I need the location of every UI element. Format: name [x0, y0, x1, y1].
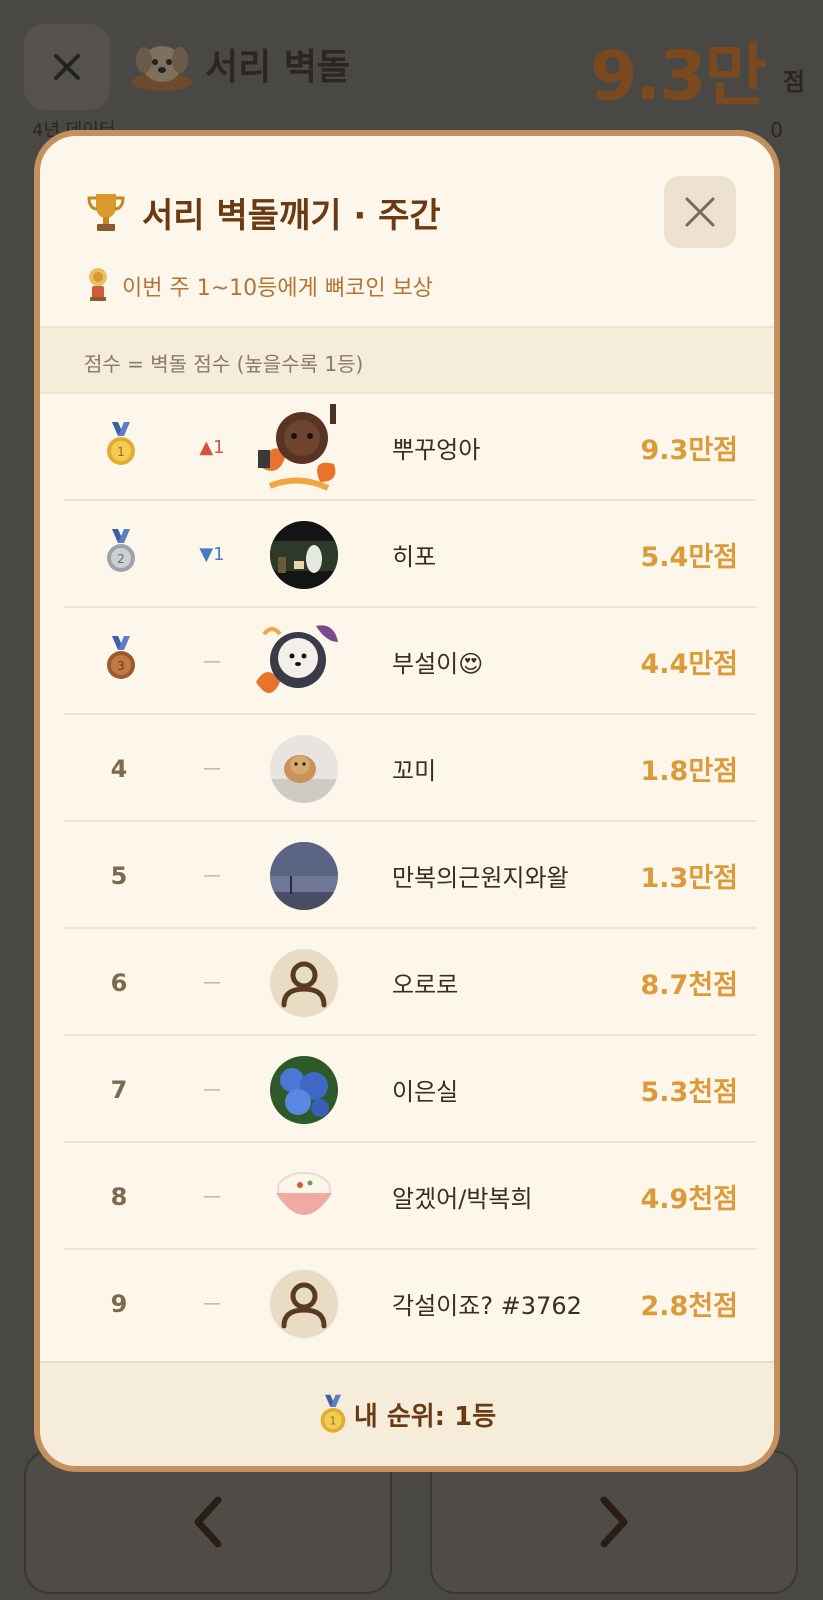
- rank-number: 6: [110, 968, 128, 997]
- user-score: 4.9천점: [640, 1184, 738, 1215]
- score-info-bar: 점수 = 벽돌 점수 (높을수록 1등): [40, 326, 774, 394]
- user-name: 이은실: [392, 1078, 459, 1106]
- ranking-row[interactable]: 3 — 부설이😍 4.4만점: [64, 608, 756, 715]
- chevron-left-icon: [194, 1496, 222, 1548]
- rank-change: —: [203, 1293, 221, 1314]
- user-score: 5.3천점: [640, 1077, 738, 1108]
- svg-text:1: 1: [329, 1415, 336, 1427]
- my-rank-text: 내 순위: 1등: [353, 1402, 497, 1432]
- user-name: 각설이죠? #3762: [392, 1292, 582, 1320]
- rank-number: 4: [110, 754, 128, 783]
- svg-text:3: 3: [117, 659, 125, 673]
- rank-change: ▼1: [199, 544, 225, 565]
- close-icon: [685, 197, 715, 227]
- gold-medal-icon: 1: [107, 422, 135, 465]
- chevron-right-icon: [600, 1496, 628, 1548]
- rice-bowl-avatar-icon: [270, 1163, 338, 1231]
- rank-number: 5: [110, 861, 128, 890]
- user-avatar: [270, 842, 338, 910]
- my-rank-footer: 1 내 순위: 1등: [40, 1361, 774, 1466]
- user-score: 1.3만점: [640, 863, 738, 894]
- user-score: 2.8천점: [640, 1291, 738, 1322]
- user-avatar: [270, 521, 338, 589]
- rank-change: —: [203, 758, 221, 779]
- dog-mascot-icon: [132, 46, 192, 91]
- modal-title: 서리 벽돌깨기 · 주간: [142, 196, 441, 236]
- user-name: 히포: [392, 543, 437, 571]
- reward-text: 이번 주 1~10등에게 뼈코인 보상: [122, 276, 434, 301]
- rank-change: ▲1: [199, 437, 225, 458]
- user-score: 9.3만점: [640, 435, 738, 466]
- ranking-row[interactable]: 9 — 각설이죠? #3762 2.8천점: [64, 1250, 756, 1341]
- user-name: 꼬미: [392, 757, 437, 785]
- svg-text:2: 2: [117, 552, 125, 566]
- silver-medal-icon: 2: [107, 529, 135, 572]
- gold-medal-icon: 1: [320, 1394, 346, 1433]
- ranking-row[interactable]: 4 — 꼬미 1.8만점: [64, 715, 756, 822]
- user-score: 1.8만점: [640, 756, 738, 787]
- user-score: 8.7천점: [640, 970, 738, 1001]
- user-name: 알겠어/박복희: [392, 1185, 533, 1213]
- ranking-list[interactable]: 1 ▲1 뿌꾸엉아 9.3만점 2 ▼1 히포 5.4만점 3 — 부설이😍 4…: [64, 394, 756, 1341]
- bronze-medal-icon: 3: [107, 636, 135, 679]
- rank-number: 7: [110, 1075, 128, 1104]
- user-score: 4.4만점: [640, 649, 738, 680]
- user-name: 부설이😍: [392, 650, 484, 678]
- ranking-row[interactable]: 5 — 만복의근원지와왈 1.3만점: [64, 822, 756, 929]
- modal-close-button[interactable]: [664, 176, 736, 248]
- close-icon: [54, 54, 80, 80]
- rank-change: —: [203, 865, 221, 886]
- rank-change: —: [203, 1079, 221, 1100]
- game-header: 서리 벽돌 9.3만 점 4년 데이터 0: [0, 0, 823, 142]
- user-score: 5.4만점: [640, 542, 738, 573]
- user-avatar: [250, 398, 346, 494]
- modal-header: 서리 벽돌깨기 · 주간 이번 주 1~10등에게 뼈코인 보상: [40, 136, 774, 326]
- score-info-text: 점수 = 벽돌 점수 (높을수록 1등): [84, 352, 364, 376]
- ranking-row[interactable]: 2 ▼1 히포 5.4만점: [64, 501, 756, 608]
- rank-number: 8: [110, 1182, 128, 1211]
- ranking-row[interactable]: 1 ▲1 뿌꾸엉아 9.3만점: [64, 394, 756, 501]
- ranking-row[interactable]: 7 — 이은실 5.3천점: [64, 1036, 756, 1143]
- user-name: 만복의근원지와왈: [392, 864, 569, 892]
- leaderboard-modal: 서리 벽돌깨기 · 주간 이번 주 1~10등에게 뼈코인 보상 점수 = 벽돌…: [34, 130, 780, 1472]
- reward-trophy-icon: [89, 268, 107, 301]
- user-avatar: [270, 1056, 338, 1124]
- ranking-row[interactable]: 6 — 오로로 8.7천점: [64, 929, 756, 1036]
- rank-number: 9: [110, 1289, 128, 1318]
- person-icon: [270, 1270, 338, 1338]
- svg-text:1: 1: [117, 445, 125, 459]
- game-close-button[interactable]: [24, 24, 110, 110]
- rank-change: —: [203, 651, 221, 672]
- ranking-row[interactable]: 8 — 알겠어/박복희 4.9천점: [64, 1143, 756, 1250]
- user-avatar: [250, 612, 346, 708]
- user-name: 오로로: [392, 971, 459, 999]
- person-icon: [270, 949, 338, 1017]
- game-score-unit: 점: [782, 68, 805, 96]
- user-avatar: [270, 735, 338, 803]
- game-score: 9.3만: [589, 37, 767, 116]
- user-name: 뿌꾸엉아: [392, 436, 481, 464]
- game-title: 서리 벽돌: [205, 47, 351, 88]
- trophy-icon: [87, 194, 125, 231]
- rank-change: —: [203, 1186, 221, 1207]
- rank-change: —: [203, 972, 221, 993]
